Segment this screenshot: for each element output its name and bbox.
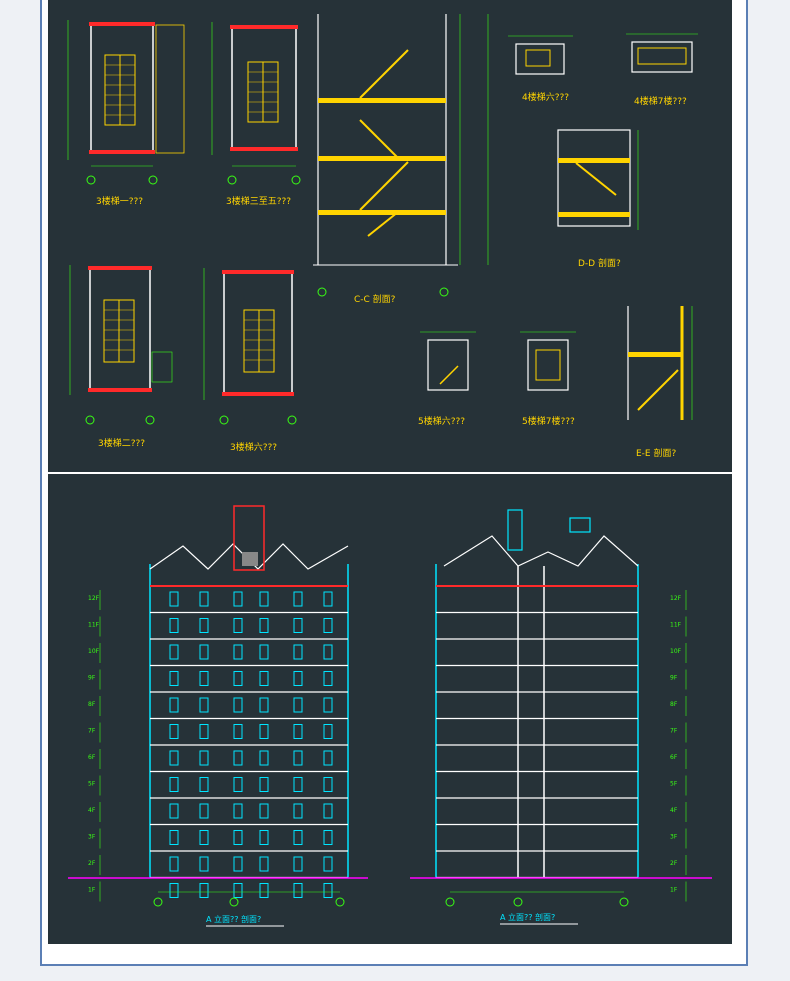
- floor-label-right: 2F: [670, 860, 678, 867]
- section-c-c-title: C-C 剖面?: [354, 293, 396, 305]
- floor-label-left: 2F: [88, 860, 96, 867]
- floor-label-left: 6F: [88, 754, 96, 761]
- floor-label-right: 12F: [670, 595, 682, 602]
- section-e-e-title: E-E 剖面?: [636, 447, 676, 459]
- level-markers-right: 12F 11F 10F 9F 8F 7F 6F 5F 4F 3F 2F 1F: [670, 590, 687, 902]
- floor-label-right: 7F: [670, 728, 678, 735]
- plan-title-4: 3楼梯六???: [230, 441, 277, 453]
- floor-label-left: 4F: [88, 807, 96, 814]
- stair-plan-4b: [626, 33, 698, 73]
- floor-label-right: 6F: [670, 754, 678, 761]
- level-markers-left: 12F 11F 10F 9F 8F 7F 6F 5F 4F 3F 2F 1F: [88, 590, 101, 902]
- floor-label-right: 4F: [670, 807, 678, 814]
- axis-markers-left: [153, 891, 345, 907]
- section-title-4b: 4楼梯7楼???: [634, 95, 687, 107]
- elevation-title-left: A 立面?? 剖面?: [206, 914, 261, 924]
- floor-label-left: 3F: [88, 834, 96, 841]
- floor-label-right: 1F: [670, 887, 678, 894]
- section-title-5a: 5楼梯六???: [418, 415, 465, 427]
- stair-plan-5a: [420, 331, 476, 391]
- stair-plan-6: [203, 268, 297, 425]
- stair-drawings-svg: 3楼梯一??? 3楼梯三至五??? C-C 剖面? 4楼梯六??? 4楼梯7楼?…: [67, 14, 698, 459]
- stair-drawings-panel: 3楼梯一??? 3楼梯三至五??? C-C 剖面? 4楼梯六??? 4楼梯7楼?…: [48, 0, 732, 472]
- plan-title-3: 3楼梯二???: [98, 437, 145, 449]
- section-title-5b: 5楼梯7楼???: [522, 415, 575, 427]
- floor-label-left: 10F: [88, 648, 100, 655]
- floor-label-right: 8F: [670, 701, 678, 708]
- stair-plan-5b: [520, 331, 576, 391]
- section-c-c: [313, 14, 489, 297]
- plan-title-1: 3楼梯一???: [96, 195, 143, 207]
- section-d-d: [557, 129, 639, 230]
- floor-label-right: 11F: [670, 622, 682, 629]
- floor-label-right: 5F: [670, 781, 678, 788]
- elevation-title-right: A 立面?? 剖面?: [500, 912, 555, 922]
- axis-markers-right: [445, 891, 629, 907]
- elevation-section-panel: 12F 11F 10F 9F 8F 7F 6F 5F 4F 3F 2F 1F 12F 11F 10F 9F 8…: [48, 474, 732, 944]
- stair-plan-3: [69, 265, 173, 425]
- stair-plan-1: [67, 20, 185, 185]
- floor-label-right: 3F: [670, 834, 678, 841]
- floor-label-left: 8F: [88, 701, 96, 708]
- section-d-d-title: D-D 剖面?: [578, 257, 621, 269]
- floor-label-left: 7F: [88, 728, 96, 735]
- stair-plan-2: [211, 22, 301, 185]
- floor-label-left: 9F: [88, 675, 96, 682]
- elevation-section-svg: 12F 11F 10F 9F 8F 7F 6F 5F 4F 3F 2F 1F 12F 11F 10F 9F 8…: [68, 505, 712, 927]
- floor-label-left: 1F: [88, 887, 96, 894]
- stair-plan-4a: [508, 35, 573, 75]
- floor-label-right: 9F: [670, 675, 678, 682]
- floor-label-left: 11F: [88, 622, 100, 629]
- elevation-left: [149, 505, 349, 898]
- section-right: [435, 509, 639, 879]
- floor-label-left: 5F: [88, 781, 96, 788]
- floor-label-left: 12F: [88, 595, 100, 602]
- plan-title-2: 3楼梯三至五???: [226, 195, 291, 207]
- floor-label-right: 10F: [670, 648, 682, 655]
- section-title-4a: 4楼梯六???: [522, 91, 569, 103]
- section-e-e: [627, 306, 693, 420]
